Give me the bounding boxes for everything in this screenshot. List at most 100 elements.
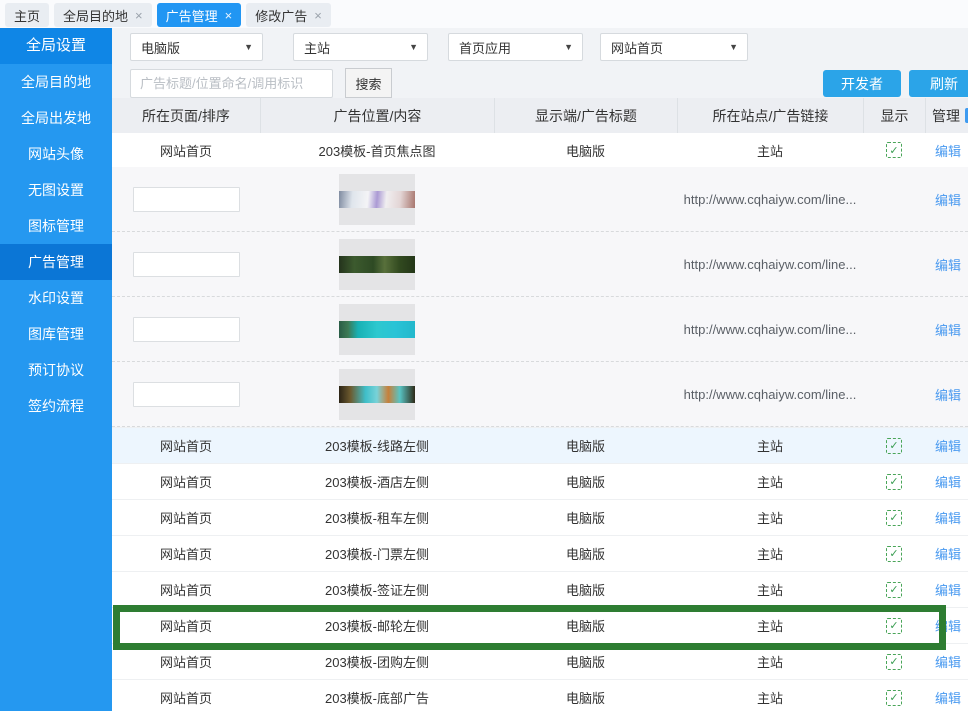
sidebar-header: 全局设置 — [0, 28, 112, 64]
sidebar-item-signing-process[interactable]: 签约流程 — [0, 388, 112, 424]
display-cell: 电脑版 — [494, 508, 677, 527]
column-header-visible: 显示 — [863, 98, 925, 133]
edit-link[interactable]: 编辑 — [935, 508, 961, 527]
position-cell: 203模板-首页焦点图 — [260, 141, 494, 160]
edit-link[interactable]: 编辑 — [935, 580, 961, 599]
sidebar-item-no-image-settings[interactable]: 无图设置 — [0, 172, 112, 208]
site-cell: 主站 — [677, 688, 863, 707]
sidebar-item-gallery-management[interactable]: 图库管理 — [0, 316, 112, 352]
column-header-site-link: 所在站点/广告链接 — [677, 98, 863, 133]
sidebar-item-global-departure[interactable]: 全局出发地 — [0, 100, 112, 136]
table-row-image: http://www.cqhaiyw.com/line... 编辑- — [112, 362, 968, 427]
tab-bar: 主页 全局目的地 × 广告管理 × 修改广告 × — [0, 0, 968, 28]
tab-label: 主页 — [14, 6, 40, 25]
filter-select-app[interactable]: 首页应用 ▼ — [448, 33, 583, 61]
edit-link[interactable]: 编辑 — [935, 385, 961, 404]
search-input[interactable] — [130, 69, 333, 98]
content-area: 电脑版 ▼ 主站 ▼ 首页应用 ▼ 网站首页 ▼ 搜索 — [112, 28, 968, 711]
page-cell: 网站首页 — [112, 688, 260, 707]
display-cell: 电脑版 — [494, 436, 677, 455]
position-cell: 203模板-签证左侧 — [260, 580, 494, 599]
sort-input[interactable] — [133, 187, 240, 212]
edit-link[interactable]: 编辑 — [935, 190, 961, 209]
visible-checkbox-icon[interactable]: ✓ — [886, 690, 902, 706]
table-row: 网站首页 203模板-签证左侧 电脑版 主站 ✓ 编辑- — [112, 571, 968, 607]
chevron-down-icon: ▼ — [409, 42, 418, 52]
site-cell: 主站 — [677, 616, 863, 635]
edit-link[interactable]: 编辑 — [935, 472, 961, 491]
display-cell: 电脑版 — [494, 544, 677, 563]
sidebar-item-ad-management[interactable]: 广告管理 — [0, 244, 112, 280]
position-cell: 203模板-酒店左侧 — [260, 472, 494, 491]
table-row: 网站首页 203模板-租车左侧 电脑版 主站 ✓ 编辑- — [112, 499, 968, 535]
page-cell: 网站首页 — [112, 652, 260, 671]
filter-select-device[interactable]: 电脑版 ▼ — [130, 33, 263, 61]
edit-link[interactable]: 编辑 — [935, 688, 961, 707]
site-cell: 主站 — [677, 436, 863, 455]
sort-input[interactable] — [133, 317, 240, 342]
tab-close-icon[interactable]: × — [135, 9, 143, 22]
visible-checkbox-icon[interactable]: ✓ — [886, 510, 902, 526]
sidebar: 全局设置 全局目的地 全局出发地 网站头像 无图设置 图标管理 广告管理 水印设… — [0, 28, 112, 711]
table-row-image: http://www.cqhaiyw.com/line... 编辑- — [112, 297, 968, 362]
filter-select-page[interactable]: 网站首页 ▼ — [600, 33, 748, 61]
sidebar-item-watermark-settings[interactable]: 水印设置 — [0, 280, 112, 316]
developer-button[interactable]: 开发者 — [823, 70, 901, 97]
visible-checkbox-icon[interactable]: ✓ — [886, 654, 902, 670]
table-row-image: http://www.cqhaiyw.com/line... 编辑- — [112, 167, 968, 232]
position-cell: 203模板-底部广告 — [260, 688, 494, 707]
ad-link-text: http://www.cqhaiyw.com/line... — [684, 322, 857, 337]
display-cell: 电脑版 — [494, 141, 677, 160]
tab-ad-management[interactable]: 广告管理 × — [157, 3, 242, 27]
selected-value: 首页应用 — [459, 38, 511, 57]
sidebar-item-icon-management[interactable]: 图标管理 — [0, 208, 112, 244]
edit-link[interactable]: 编辑 — [935, 544, 961, 563]
edit-link[interactable]: 编辑 — [935, 255, 961, 274]
visible-checkbox-icon[interactable]: ✓ — [886, 618, 902, 634]
sort-input[interactable] — [133, 252, 240, 277]
table-row: 网站首页 203模板-线路左侧 电脑版 主站 ✓ 编辑- — [112, 427, 968, 463]
site-cell: 主站 — [677, 580, 863, 599]
visible-checkbox-icon[interactable]: ✓ — [886, 582, 902, 598]
edit-link[interactable]: 编辑 — [935, 436, 961, 455]
position-cell: 203模板-租车左侧 — [260, 508, 494, 527]
chevron-down-icon: ▼ — [564, 42, 573, 52]
page-cell: 网站首页 — [112, 436, 260, 455]
visible-checkbox-icon[interactable]: ✓ — [886, 438, 902, 454]
site-cell: 主站 — [677, 472, 863, 491]
sidebar-item-site-avatar[interactable]: 网站头像 — [0, 136, 112, 172]
refresh-button[interactable]: 刷新 — [909, 70, 968, 97]
site-cell: 主站 — [677, 141, 863, 160]
edit-link[interactable]: 编辑 — [935, 616, 961, 635]
display-cell: 电脑版 — [494, 688, 677, 707]
page-cell: 网站首页 — [112, 141, 260, 160]
position-cell: 203模板-团购左侧 — [260, 652, 494, 671]
visible-checkbox-icon[interactable]: ✓ — [886, 142, 902, 158]
filter-select-site[interactable]: 主站 ▼ — [293, 33, 428, 61]
ad-thumbnail-green-valley — [339, 239, 415, 290]
display-cell: 电脑版 — [494, 580, 677, 599]
tab-close-icon[interactable]: × — [314, 9, 322, 22]
tab-home[interactable]: 主页 — [5, 3, 49, 27]
table-row: 网站首页 203模板-团购左侧 电脑版 主站 ✓ 编辑- — [112, 643, 968, 679]
edit-link[interactable]: 编辑 — [935, 320, 961, 339]
ad-link-text: http://www.cqhaiyw.com/line... — [684, 257, 857, 272]
tab-close-icon[interactable]: × — [225, 9, 233, 22]
ad-thumbnail-tropical-island — [339, 304, 415, 355]
tab-edit-ad[interactable]: 修改广告 × — [246, 3, 331, 27]
site-cell: 主站 — [677, 652, 863, 671]
edit-link[interactable]: 编辑 — [935, 141, 961, 160]
selected-value: 主站 — [304, 38, 330, 57]
tab-global-destination[interactable]: 全局目的地 × — [54, 3, 152, 27]
position-cell: 203模板-邮轮左侧 — [260, 616, 494, 635]
edit-link[interactable]: 编辑 — [935, 652, 961, 671]
search-button[interactable]: 搜索 — [345, 68, 392, 98]
visible-checkbox-icon[interactable]: ✓ — [886, 474, 902, 490]
page-cell: 网站首页 — [112, 472, 260, 491]
sidebar-item-global-destination[interactable]: 全局目的地 — [0, 64, 112, 100]
sidebar-item-booking-agreement[interactable]: 预订协议 — [0, 352, 112, 388]
sort-input[interactable] — [133, 382, 240, 407]
visible-checkbox-icon[interactable]: ✓ — [886, 546, 902, 562]
table-row: 网站首页 203模板-门票左侧 电脑版 主站 ✓ 编辑- — [112, 535, 968, 571]
toolbar: 电脑版 ▼ 主站 ▼ 首页应用 ▼ 网站首页 ▼ 搜索 — [112, 28, 968, 98]
